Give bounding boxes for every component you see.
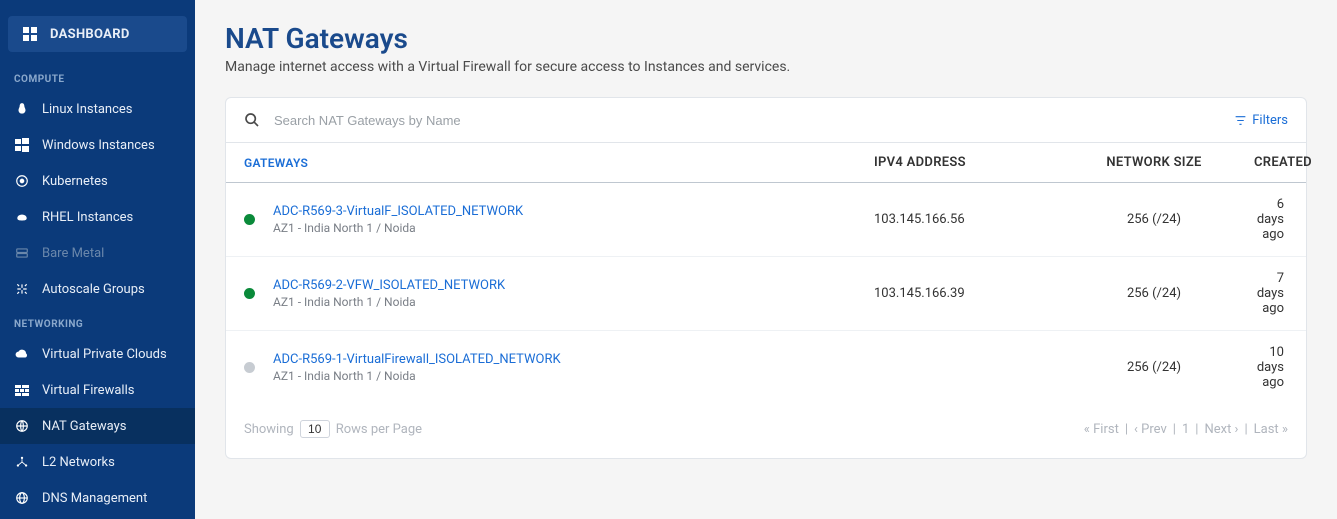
search-container — [244, 112, 1234, 128]
page-title: NAT Gateways — [225, 22, 1307, 55]
sidebar-section-networking: NETWORKING — [0, 307, 195, 336]
penguin-icon — [14, 101, 30, 117]
cell-network-size: 256 (/24) — [1054, 286, 1254, 301]
network-icon — [14, 454, 30, 470]
sidebar-item-label: Linux Instances — [42, 102, 133, 117]
sidebar-item-baremetal[interactable]: Bare Metal — [0, 235, 195, 271]
sidebar-item-label: RHEL Instances — [42, 210, 133, 225]
table-header: GATEWAYS IPV4 ADDRESS NETWORK SIZE CREAT… — [226, 143, 1306, 183]
sidebar-item-label: Autoscale Groups — [42, 282, 145, 297]
sidebar-item-label: Virtual Firewalls — [42, 383, 134, 398]
cell-network-size: 256 (/24) — [1054, 212, 1254, 227]
sidebar-item-linux[interactable]: Linux Instances — [0, 91, 195, 127]
sidebar-item-label: DASHBOARD — [50, 27, 130, 42]
search-input[interactable] — [274, 113, 1234, 128]
cell-created: 10 days ago — [1254, 345, 1288, 390]
table-footer: Showing Rows per Page « First | ‹ Prev |… — [226, 404, 1306, 458]
showing-label: Showing — [244, 422, 294, 437]
table-body: ADC-R569-3-VirtualF_ISOLATED_NETWORK AZ1… — [226, 183, 1306, 404]
page-next[interactable]: Next › — [1204, 422, 1238, 437]
nat-icon — [14, 418, 30, 434]
rows-per-page: Showing Rows per Page — [244, 420, 422, 438]
sidebar-item-label: Windows Instances — [42, 138, 155, 153]
sidebar-item-kubernetes[interactable]: Kubernetes — [0, 163, 195, 199]
pagination: « First | ‹ Prev | 1 | Next › | Last » — [1084, 422, 1288, 437]
sidebar-section-compute: COMPUTE — [0, 62, 195, 91]
globe-icon — [14, 490, 30, 506]
table-row[interactable]: ADC-R569-3-VirtualF_ISOLATED_NETWORK AZ1… — [226, 183, 1306, 257]
sidebar-item-rhel[interactable]: RHEL Instances — [0, 199, 195, 235]
server-icon — [14, 245, 30, 261]
page-subtitle: Manage internet access with a Virtual Fi… — [225, 59, 1307, 75]
card-header: Filters — [226, 98, 1306, 143]
sidebar-item-windows[interactable]: Windows Instances — [0, 127, 195, 163]
firewall-icon — [14, 382, 30, 398]
filters-label: Filters — [1252, 113, 1288, 128]
sidebar-item-vpc[interactable]: Virtual Private Clouds — [0, 336, 195, 372]
sidebar-item-label: NAT Gateways — [42, 419, 126, 434]
col-header-network-size[interactable]: NETWORK SIZE — [1054, 155, 1254, 170]
sidebar-item-l2-networks[interactable]: L2 Networks — [0, 444, 195, 480]
windows-icon — [14, 137, 30, 153]
redhat-icon — [14, 209, 30, 225]
main-content: NAT Gateways Manage internet access with… — [195, 0, 1337, 519]
cell-ipv4: 103.145.166.56 — [874, 212, 1054, 227]
cell-created: 7 days ago — [1254, 271, 1288, 316]
table-row[interactable]: ADC-R569-2-VFW_ISOLATED_NETWORK AZ1 - In… — [226, 257, 1306, 331]
gateway-name-link[interactable]: ADC-R569-1-VirtualFirewall_ISOLATED_NETW… — [273, 352, 561, 367]
search-icon — [244, 112, 260, 128]
status-dot — [244, 362, 255, 373]
page-current: 1 — [1182, 422, 1189, 437]
rows-per-page-input[interactable] — [300, 420, 330, 438]
sidebar-item-label: L2 Networks — [42, 455, 115, 470]
autoscale-icon — [14, 281, 30, 297]
sidebar-item-nat-gateways[interactable]: NAT Gateways — [0, 408, 195, 444]
filters-button[interactable]: Filters — [1234, 113, 1288, 128]
status-dot — [244, 214, 255, 225]
gateway-location: AZ1 - India North 1 / Noida — [273, 369, 561, 383]
status-dot — [244, 288, 255, 299]
sidebar-item-label: Bare Metal — [42, 246, 104, 261]
gateway-location: AZ1 - India North 1 / Noida — [273, 221, 523, 235]
filter-icon — [1234, 114, 1247, 127]
sidebar-item-dns[interactable]: DNS Management — [0, 480, 195, 516]
cell-created: 6 days ago — [1254, 197, 1288, 242]
sidebar-item-virtual-firewalls[interactable]: Virtual Firewalls — [0, 372, 195, 408]
gateway-name-link[interactable]: ADC-R569-2-VFW_ISOLATED_NETWORK — [273, 278, 505, 293]
col-header-created[interactable]: CREATED — [1254, 155, 1316, 170]
sidebar: DASHBOARD COMPUTE Linux Instances Window… — [0, 0, 195, 519]
dashboard-icon — [22, 26, 38, 42]
col-header-ipv4[interactable]: IPV4 ADDRESS — [874, 155, 1054, 170]
sidebar-item-dashboard[interactable]: DASHBOARD — [8, 16, 187, 52]
cell-network-size: 256 (/24) — [1054, 360, 1254, 375]
rpp-label: Rows per Page — [336, 422, 422, 437]
sidebar-item-label: DNS Management — [42, 491, 147, 506]
cloud-icon — [14, 346, 30, 362]
col-header-gateways[interactable]: GATEWAYS — [244, 155, 874, 170]
page-first[interactable]: « First — [1084, 422, 1119, 437]
gateways-card: Filters GATEWAYS IPV4 ADDRESS NETWORK SI… — [225, 97, 1307, 459]
sidebar-item-label: Virtual Private Clouds — [42, 347, 167, 362]
gateway-location: AZ1 - India North 1 / Noida — [273, 295, 505, 309]
page-last[interactable]: Last » — [1254, 422, 1288, 437]
page-prev[interactable]: ‹ Prev — [1134, 422, 1167, 437]
table-row[interactable]: ADC-R569-1-VirtualFirewall_ISOLATED_NETW… — [226, 331, 1306, 404]
cell-ipv4: 103.145.166.39 — [874, 286, 1054, 301]
sidebar-item-label: Kubernetes — [42, 174, 108, 189]
kubernetes-icon — [14, 173, 30, 189]
gateway-name-link[interactable]: ADC-R569-3-VirtualF_ISOLATED_NETWORK — [273, 204, 523, 219]
sidebar-item-autoscale[interactable]: Autoscale Groups — [0, 271, 195, 307]
